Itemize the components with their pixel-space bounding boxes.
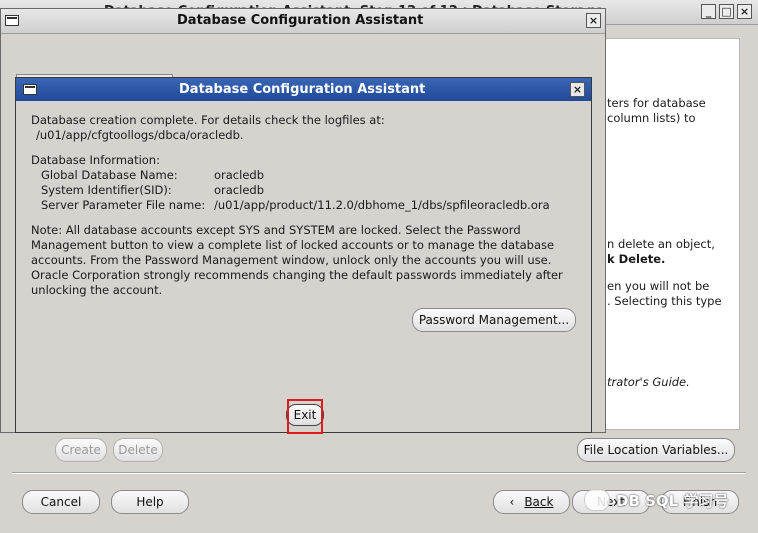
back-label: Back <box>524 495 554 509</box>
divider <box>12 472 746 474</box>
help-button[interactable]: Help <box>111 490 189 514</box>
info-line: en you will not be <box>607 279 710 293</box>
note-line: unlocking the account. <box>31 283 163 297</box>
info-value: oracledb <box>214 168 265 182</box>
create-button[interactable]: Create <box>55 438 107 462</box>
close-icon[interactable]: × <box>737 4 752 19</box>
back-window-info-panel: ters for database column lists) to n del… <box>590 38 740 430</box>
window-menu-icon[interactable] <box>5 15 19 26</box>
file-location-variables-button[interactable]: File Location Variables... <box>577 438 735 462</box>
password-management-button[interactable]: Password Management... <box>412 308 576 332</box>
dialog-titlebar: Database Configuration Assistant × <box>16 78 591 101</box>
exit-highlight-box <box>287 399 323 434</box>
window-menu-icon[interactable] <box>23 84 37 95</box>
mid-window-titlebar: Database Configuration Assistant × <box>1 9 605 34</box>
mid-window-title: Database Configuration Assistant <box>177 13 424 28</box>
info-line: trator's Guide. <box>607 375 690 389</box>
info-label: Global Database Name: <box>41 168 178 182</box>
close-icon[interactable]: × <box>586 13 601 28</box>
close-icon[interactable]: × <box>570 82 585 97</box>
logfile-path: /u01/app/cfgtoollogs/dbca/oracledb. <box>36 128 244 142</box>
completion-dialog: Database Configuration Assistant × Datab… <box>15 77 592 433</box>
info-line: n delete an object, <box>607 237 715 251</box>
back-button[interactable]: ‹ Back <box>493 490 570 514</box>
note-line: accounts. From the Password Management w… <box>31 253 552 267</box>
completion-message: Database creation complete. For details … <box>31 113 385 127</box>
note-line: Management button to view a complete lis… <box>31 238 555 252</box>
delete-button[interactable]: Delete <box>113 438 163 462</box>
info-line: . Selecting this type <box>607 294 722 308</box>
watermark: DB SQL 学习号 <box>584 486 728 514</box>
watermark-text: DB SQL 学习号 <box>616 491 729 510</box>
cancel-button[interactable]: Cancel <box>22 490 100 514</box>
chat-bubble-icon <box>584 489 610 511</box>
minimize-icon[interactable]: _ <box>701 4 716 19</box>
info-line: k Delete. <box>607 252 666 266</box>
info-value: oracledb <box>214 183 265 197</box>
info-value: /u01/app/product/11.2.0/dbhome_1/dbs/spf… <box>214 198 550 212</box>
note-line: Oracle Corporation strongly recommends c… <box>31 268 563 282</box>
note-line: Note: All database accounts except SYS a… <box>31 223 521 237</box>
info-label: Server Parameter File name: <box>41 198 206 212</box>
database-info-header: Database Information: <box>31 153 160 167</box>
info-line: column lists) to <box>607 111 696 125</box>
info-line: ters for database <box>607 96 706 110</box>
maximize-icon[interactable]: □ <box>719 4 734 19</box>
info-label: System Identifier(SID): <box>41 183 172 197</box>
chevron-left-icon: ‹ <box>509 495 515 509</box>
dialog-title: Database Configuration Assistant <box>179 82 426 97</box>
